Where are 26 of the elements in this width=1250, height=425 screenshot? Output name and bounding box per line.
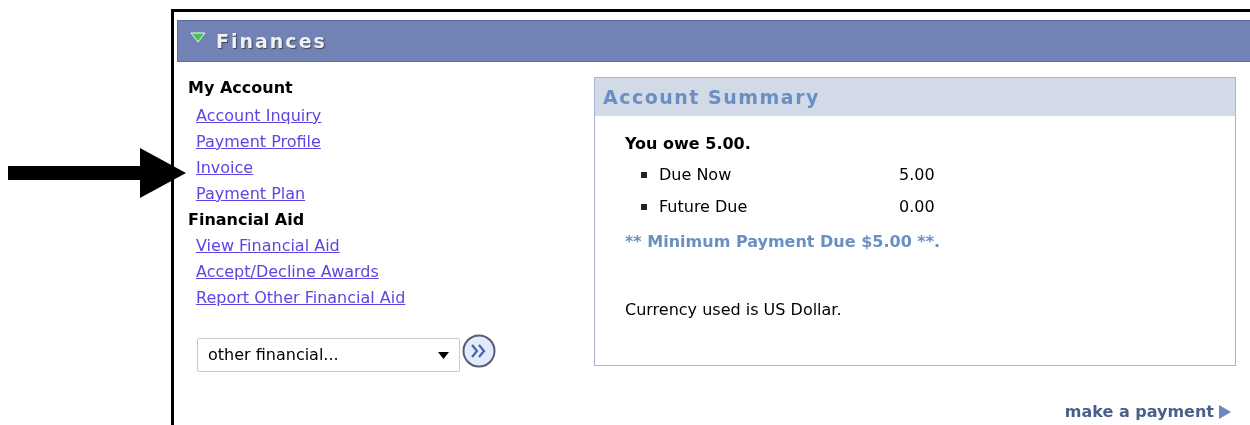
- nav-link[interactable]: Payment Plan: [196, 181, 306, 207]
- nav-link[interactable]: Invoice: [196, 155, 254, 181]
- section-heading: Financial Aid: [188, 209, 306, 231]
- nav-link[interactable]: Report Other Financial Aid: [196, 285, 406, 311]
- due-amount: 0.00: [899, 196, 935, 218]
- currency-note: Currency used is US Dollar.: [625, 299, 842, 321]
- minimum-payment-notice: ** Minimum Payment Due $5.00 **.: [625, 231, 941, 253]
- due-amount: 5.00: [899, 164, 935, 186]
- section-heading: My Account: [188, 77, 294, 99]
- collapse-triangle-icon[interactable]: [190, 31, 206, 43]
- caret-icon: [438, 351, 449, 359]
- make-payment-link[interactable]: make a payment: [1064, 400, 1214, 424]
- nav-link[interactable]: Account Inquiry: [196, 103, 322, 129]
- due-label: Due Now: [659, 164, 733, 186]
- due-label: Future Due: [659, 196, 749, 218]
- nav-link[interactable]: Accept/Decline Awards: [196, 259, 379, 285]
- panel-title: Finances: [216, 28, 327, 54]
- play-triangle-icon: [1218, 404, 1232, 420]
- nav-link[interactable]: View Financial Aid: [196, 233, 340, 259]
- bullet-icon: [641, 172, 647, 178]
- summary-title: Account Summary: [603, 84, 820, 110]
- dropdown-field[interactable]: other financial...: [197, 338, 460, 372]
- bullet-icon: [641, 204, 647, 210]
- balance-text: You owe 5.00.: [625, 133, 751, 155]
- nav-link[interactable]: Payment Profile: [196, 129, 321, 155]
- go-button-icon[interactable]: [462, 334, 496, 368]
